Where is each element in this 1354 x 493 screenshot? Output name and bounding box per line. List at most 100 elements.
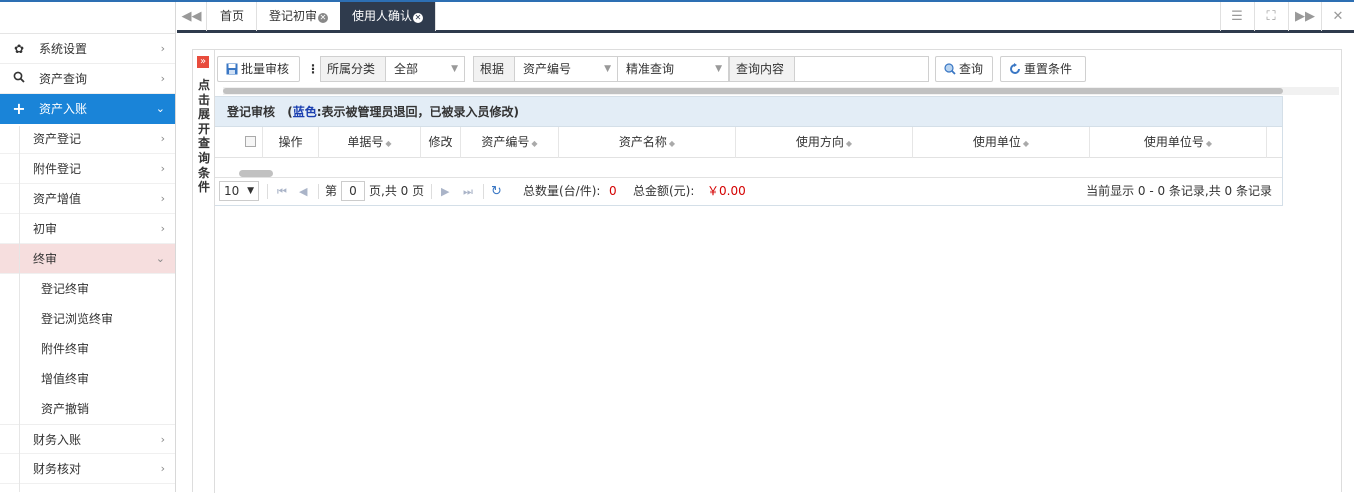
sidebar-subitem-finance-entry[interactable]: · 财务入账 › <box>0 424 175 454</box>
sidebar-leaf-asset-revoke[interactable]: 资产撤销 <box>0 394 175 424</box>
sidebar-subitem-asset-appreciation[interactable]: · 资产增值 › <box>0 184 175 214</box>
reset-label: 重置条件 <box>1024 62 1073 76</box>
total-amount-value: ￥0.00 <box>707 184 746 198</box>
total-amount-label: 总金额(元): <box>633 184 695 198</box>
chevron-down-icon: ⌄ <box>155 252 165 265</box>
first-page-icon[interactable]: ⏮ <box>277 178 287 205</box>
chevron-right-icon: › <box>160 42 165 55</box>
field-value: 资产编号 <box>523 62 572 76</box>
refresh-icon <box>1009 59 1021 74</box>
row-number-header <box>215 127 239 158</box>
tab-register-initial-review[interactable]: 登记初审 ✕ <box>257 2 342 31</box>
tab-user-confirm[interactable]: 使用人确认 ✕ <box>340 2 437 31</box>
sort-icon: ◆ <box>385 139 392 148</box>
next-page-icon[interactable]: ▶ <box>441 178 449 205</box>
fullscreen-icon: ⛶ <box>1266 9 1276 24</box>
batch-review-button[interactable]: 批量审核 <box>217 56 300 82</box>
sidebar-leaf-attachment-final-review[interactable]: 附件终审 <box>0 334 175 364</box>
last-page-icon[interactable]: ⏭ <box>463 178 473 205</box>
close-icon: ✕ <box>1332 9 1344 24</box>
grid-header-row: 操作 单据号 ◆ 修改 资产编号 ◆ 资产名称 ◆ 使用方向 ◆ 使用单位 ◆ … <box>215 127 1282 158</box>
sidebar-subitem-label: 初审 <box>33 222 58 236</box>
match-mode-value: 精准查询 <box>626 62 675 76</box>
grid-note-rest: :表示被管理员退回，已被录入员修改) <box>316 105 519 119</box>
prev-page-icon[interactable]: ◀ <box>299 178 307 205</box>
refresh-icon[interactable]: ↻ <box>491 178 502 205</box>
sort-icon: ◆ <box>845 139 853 148</box>
sidebar-subitem-finance-check[interactable]: · 财务核对 › <box>0 454 175 484</box>
column-label: 使用方向 <box>795 135 844 149</box>
page-number-input[interactable]: 0 <box>341 181 365 201</box>
column-header-use-direction[interactable]: 使用方向 ◆ <box>736 127 913 158</box>
close-icon[interactable]: ✕ <box>413 13 424 23</box>
grid-scrollbar-thumb[interactable] <box>239 170 273 177</box>
sidebar-item-asset-entry[interactable]: + 资产入账 ⌄ <box>0 94 175 124</box>
sidebar-subitem-final-review[interactable]: · 终审 ⌄ <box>0 244 175 274</box>
match-mode-select[interactable]: 精准查询 ▼ <box>617 56 729 82</box>
column-label: 操作 <box>278 135 303 149</box>
column-header-asset-no[interactable]: 资产编号 ◆ <box>461 127 559 158</box>
select-all-checkbox-cell[interactable] <box>239 127 263 158</box>
horizontal-scrollbar[interactable] <box>223 87 1339 95</box>
sidebar-subitem-asset-register[interactable]: · 资产登记 › <box>0 124 175 154</box>
double-chevron-right-icon: ▶▶ <box>1295 9 1315 24</box>
sidebar-subitem-attachment-register[interactable]: · 附件登记 › <box>0 154 175 184</box>
menu-button[interactable]: ☰ <box>1220 2 1253 31</box>
tab-home[interactable]: 首页 <box>208 2 258 31</box>
scroll-tabs-left-button[interactable]: ◀◀ <box>177 2 207 31</box>
category-value: 全部 <box>394 62 419 76</box>
sidebar-item-asset-query[interactable]: 资产查询 › <box>0 64 175 94</box>
chevron-right-icon: › <box>160 462 165 475</box>
sidebar-item-system-settings[interactable]: ✿ 系统设置 › <box>0 34 175 64</box>
query-panel-toggle[interactable]: » 点击展开查询条件 <box>193 50 215 493</box>
chevron-right-icon: › <box>160 222 165 235</box>
field-select[interactable]: 资产编号 ▼ <box>514 56 618 82</box>
column-label: 修改 <box>428 135 453 149</box>
sidebar-leaf-register-final-review[interactable]: 登记终审 <box>0 274 175 304</box>
batch-review-label: 批量审核 <box>241 62 290 76</box>
reset-button[interactable]: 重置条件 <box>1000 56 1086 82</box>
sort-icon: ◆ <box>668 139 676 148</box>
sidebar-subitem-initial-review[interactable]: · 初审 › <box>0 214 175 244</box>
scroll-tabs-right-button[interactable]: ▶▶ <box>1288 2 1321 31</box>
sidebar-item-label: 系统设置 <box>39 42 88 56</box>
chevron-right-icon: › <box>160 72 165 85</box>
query-content-input[interactable] <box>794 56 929 82</box>
gear-icon: ✿ <box>13 42 25 56</box>
page-size-select[interactable]: 10 ▼ <box>219 181 259 201</box>
chevron-right-icon: › <box>160 162 165 175</box>
pager-separator <box>318 184 319 199</box>
double-chevron-left-icon: ◀◀ <box>181 9 202 24</box>
double-chevron-right-icon: » <box>197 56 209 68</box>
page-frame: » 点击展开查询条件 批量审核 ⋮ 所属分类 全部 ▼ 根据 资产编号 ▼ 精准… <box>192 49 1342 493</box>
sidebar-item-label: 资产入账 <box>39 102 88 116</box>
sidebar-leaf-appreciation-final-review[interactable]: 增值终审 <box>0 364 175 394</box>
column-label: 使用单位 <box>972 135 1021 149</box>
fullscreen-button[interactable]: ⛶ <box>1254 2 1287 31</box>
column-header-modify[interactable]: 修改 <box>421 127 461 158</box>
sidebar-leaf-browse-final-review[interactable]: 登记浏览终审 <box>0 304 175 334</box>
column-header-asset-name[interactable]: 资产名称 ◆ <box>559 127 736 158</box>
page-suffix: 页,共 0 页 <box>369 184 425 198</box>
caret-down-icon: ▼ <box>715 64 722 74</box>
column-header-doc-no[interactable]: 单据号 ◆ <box>319 127 421 158</box>
close-all-button[interactable]: ✕ <box>1321 2 1354 31</box>
close-icon[interactable]: ✕ <box>318 13 329 23</box>
column-header-use-unit[interactable]: 使用单位 ◆ <box>913 127 1090 158</box>
category-label: 所属分类 <box>320 56 386 82</box>
scrollbar-thumb[interactable] <box>223 88 1283 94</box>
content-area: » 点击展开查询条件 批量审核 ⋮ 所属分类 全部 ▼ 根据 资产编号 ▼ 精准… <box>177 36 1354 493</box>
column-label: 资产名称 <box>618 135 667 149</box>
sidebar-subitem-label: 资产登记 <box>33 132 82 146</box>
total-count-label: 总数量(台/件): <box>523 184 601 198</box>
tab-label: 登记初审 <box>269 9 318 23</box>
column-header-use-unit-no[interactable]: 使用单位号 ◆ <box>1090 127 1267 158</box>
select-all-checkbox[interactable] <box>245 136 256 147</box>
pager-separator <box>431 184 432 199</box>
sidebar-subitem-label: 终审 <box>33 252 58 266</box>
category-select[interactable]: 全部 ▼ <box>385 56 465 82</box>
column-header-action[interactable]: 操作 <box>263 127 319 158</box>
page-size-value: 10 <box>224 184 240 198</box>
search-button[interactable]: 查询 <box>935 56 993 82</box>
pager-separator <box>267 184 268 199</box>
